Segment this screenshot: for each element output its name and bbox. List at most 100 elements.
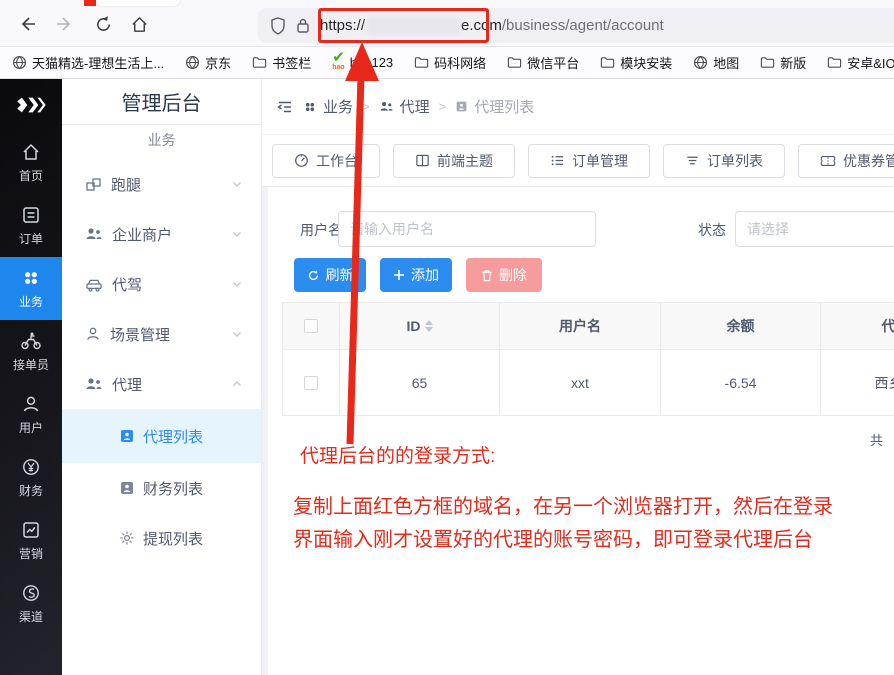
bookmark-item[interactable]: 模块安装 (600, 53, 672, 72)
table-header-row: ID 用户名 余额 代理 (283, 303, 894, 350)
tab-frontend-theme[interactable]: 前端主题 (393, 144, 515, 178)
tab-workbench[interactable]: 工作台 (272, 144, 380, 178)
plus-icon (393, 269, 405, 281)
agent-table: ID 用户名 余额 代理 65 xxt -6.54 西乡塘 (282, 302, 894, 416)
people-icon (85, 376, 103, 392)
submenu-item-agent-list[interactable]: 代理列表 (62, 409, 261, 463)
refresh-icon (307, 269, 320, 282)
chevron-down-icon (231, 278, 243, 290)
back-button[interactable] (14, 11, 40, 37)
globe-icon (12, 55, 27, 70)
folder-icon (827, 55, 842, 70)
breadcrumb-item-agents[interactable]: 代理 (379, 96, 430, 117)
menu-item-agents[interactable]: 代理 (62, 359, 261, 409)
person-icon (85, 326, 101, 342)
tab-coupon-manage[interactable]: 优惠券管理 (798, 144, 894, 178)
add-button[interactable]: 添加 (380, 258, 452, 292)
annotation-title: 代理后台的的登录方式: (300, 441, 495, 468)
pagination-total: 共 (870, 430, 883, 449)
apps-icon (303, 100, 317, 114)
rail-item-users[interactable]: 用户 (0, 383, 62, 446)
rail-item-orders[interactable]: 订单 (0, 194, 62, 257)
column-header-id[interactable]: ID (340, 303, 500, 349)
active-tab-sliver[interactable] (96, 0, 180, 6)
annotation-line: 界面输入刚才设置好的代理的账号密码，即可登录代理后台 (293, 524, 889, 557)
breadcrumb-item-agent-list: 代理列表 (455, 96, 534, 117)
breadcrumb-item-business[interactable]: 业务 (303, 96, 353, 117)
folder-icon (600, 55, 615, 70)
channel-icon (21, 583, 41, 603)
bookmark-item[interactable]: 码科网络 (414, 53, 486, 72)
delete-button[interactable]: 删除 (466, 258, 542, 292)
bookmark-item[interactable]: ✔hao hao123 (332, 53, 393, 73)
username-input[interactable] (338, 211, 596, 247)
coupon-icon (820, 154, 836, 168)
rail-item-business[interactable]: 业务 (0, 257, 62, 320)
tab-order-manage[interactable]: 订单管理 (528, 144, 650, 178)
lock-icon[interactable] (296, 17, 310, 34)
sidebar: 管理后台 业务 跑腿 企业商户 代驾 场景管理 (62, 79, 262, 675)
content-gutter (262, 187, 268, 675)
select-all-checkbox[interactable] (304, 319, 318, 333)
bookmark-item[interactable]: 地图 (693, 53, 739, 72)
screenshot-root: https:// e.com /business/agent/account 天… (0, 0, 894, 675)
refresh-list-button[interactable]: 刷新 (294, 258, 366, 292)
people-icon (85, 226, 103, 242)
order-icon (21, 205, 41, 225)
column-header-balance: 余额 (661, 303, 821, 349)
select-all-cell (283, 303, 340, 349)
submenu-item-withdraw-list[interactable]: 提现列表 (62, 513, 261, 563)
url-path: /business/agent/account (502, 17, 664, 34)
bookmark-item[interactable]: 天猫精选-理想生活上... (12, 53, 164, 72)
finance-icon (21, 457, 41, 477)
gear-icon (119, 530, 135, 546)
status-select[interactable]: 请选择 (735, 211, 894, 247)
rail-item-channels[interactable]: 渠道 (0, 572, 62, 635)
cell-username: xxt (500, 350, 661, 415)
bookmark-item[interactable]: 安卓&IOS上架 (827, 53, 894, 72)
menu-item-enterprise[interactable]: 企业商户 (62, 209, 261, 259)
tab-order-list[interactable]: 订单列表 (663, 144, 785, 178)
rail-item-marketing[interactable]: 营销 (0, 509, 62, 572)
marketing-icon (21, 520, 41, 540)
sort-icon[interactable] (425, 320, 433, 332)
id-badge-icon (119, 480, 135, 496)
forward-button[interactable] (52, 11, 78, 37)
status-placeholder: 请选择 (747, 219, 789, 239)
submenu-item-finance-list[interactable]: 财务列表 (62, 463, 261, 513)
collapse-sidebar-icon[interactable] (276, 98, 294, 116)
rail-item-home[interactable]: 首页 (0, 131, 62, 194)
chevron-down-icon (231, 228, 243, 240)
breadcrumb: 业务 > 代理 > 代理列表 (262, 79, 894, 135)
annotation-body: 复制上面红色方框的域名，在另一个浏览器打开，然后在登录 界面输入刚才设置好的代理… (293, 491, 889, 557)
menu-item-errand[interactable]: 跑腿 (62, 159, 261, 209)
bookmark-item[interactable]: 微信平台 (507, 53, 579, 72)
shield-icon[interactable] (270, 17, 286, 35)
refresh-button[interactable] (90, 11, 116, 37)
boxes-icon (85, 176, 102, 193)
menu-item-scenes[interactable]: 场景管理 (62, 309, 261, 359)
bookmark-item[interactable]: 新版 (760, 53, 806, 72)
folder-icon (507, 55, 522, 70)
bookmark-item[interactable]: 京东 (185, 53, 231, 72)
sidebar-subtitle: 业务 (62, 125, 261, 155)
globe-icon (693, 55, 708, 70)
rail-item-couriers[interactable]: 接单员 (0, 320, 62, 383)
rail-item-finance[interactable]: 财务 (0, 446, 62, 509)
app-logo[interactable] (0, 79, 62, 131)
row-select-cell (283, 350, 340, 415)
bookmark-item[interactable]: 书签栏 (252, 53, 311, 72)
table-row[interactable]: 65 xxt -6.54 西乡塘 (283, 350, 894, 415)
rider-icon (20, 331, 42, 351)
admin-app: 首页 订单 业务 接单员 用户 财务 (0, 79, 894, 675)
folder-icon (252, 55, 267, 70)
breadcrumb-separator: > (439, 99, 447, 114)
home-button[interactable] (126, 11, 152, 37)
chevron-down-icon (231, 178, 243, 190)
chevron-up-icon (231, 378, 243, 390)
list-icon (685, 153, 700, 168)
column-header-agent: 代理 (821, 303, 894, 349)
menu-item-driving[interactable]: 代驾 (62, 259, 261, 309)
row-checkbox[interactable] (304, 376, 318, 390)
trash-icon (481, 269, 493, 282)
